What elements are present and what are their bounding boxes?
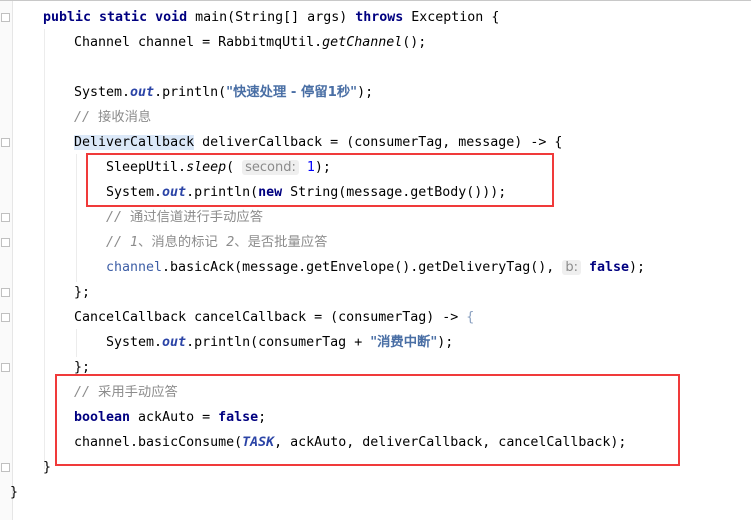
code-token: // <box>74 110 99 125</box>
highlight-box-callback <box>86 153 554 207</box>
code-line[interactable]: } <box>10 480 18 505</box>
code-line[interactable]: System.out.println(consumerTag + "消费中断")… <box>106 330 453 355</box>
fold-gutter <box>0 1 13 520</box>
highlight-box-consume <box>55 374 680 466</box>
code-token: System. <box>106 335 163 350</box>
code-line[interactable]: // 1、消息的标记 2、是否批量应答 <box>106 230 327 255</box>
code-token: { <box>466 310 475 325</box>
code-line[interactable]: } <box>43 455 51 480</box>
code-token: ); <box>437 335 454 350</box>
code-editor[interactable]: public static void main(String[] args) t… <box>0 0 751 520</box>
code-token: false <box>588 260 630 275</box>
code-token: ); <box>357 85 374 100</box>
code-token: (); <box>402 35 427 50</box>
code-token: Exception { <box>411 10 500 25</box>
fold-marker-icon[interactable] <box>1 288 10 297</box>
code-token: out <box>130 85 155 100</box>
code-line[interactable]: System.out.println("快速处理 - 停留1秒"); <box>74 80 373 105</box>
code-token: // 1 <box>106 235 139 250</box>
fold-marker-icon[interactable] <box>1 13 10 22</box>
code-token: CancelCallback cancelCallback = (consume… <box>74 310 467 325</box>
code-line[interactable]: // 接收消息 <box>74 105 151 130</box>
fold-marker-icon[interactable] <box>1 138 10 147</box>
code-token: // <box>106 210 131 225</box>
code-token: main(String[] args) <box>195 10 356 25</box>
code-token: throws <box>355 10 412 25</box>
code-token: getChannel <box>322 35 403 50</box>
code-token: }; <box>74 360 91 375</box>
indent-guide <box>76 154 77 282</box>
code-token: 、是否批量应答 <box>234 235 328 250</box>
code-line[interactable]: }; <box>74 280 90 305</box>
code-token: 接收消息 <box>98 110 152 125</box>
code-token: ); <box>629 260 646 275</box>
fold-marker-icon[interactable] <box>1 313 10 322</box>
code-token: .println(consumerTag + <box>186 335 371 350</box>
code-token: "快速处理 - 停留1秒" <box>226 85 358 100</box>
code-token: } <box>10 485 19 500</box>
code-token: 、消息的标记 <box>138 235 227 250</box>
code-token: }; <box>74 285 91 300</box>
indent-guide <box>44 29 45 469</box>
parameter-hint: b: <box>562 260 581 275</box>
code-token: "消费中断" <box>370 335 438 350</box>
code-token: out <box>162 335 187 350</box>
code-line[interactable]: DeliverCallback deliverCallback = (consu… <box>74 130 562 155</box>
code-token: 通过信道进行手动应答 <box>130 210 263 225</box>
code-line[interactable]: Channel channel = RabbitmqUtil.getChanne… <box>74 30 426 55</box>
fold-marker-icon[interactable] <box>1 363 10 372</box>
code-line[interactable]: CancelCallback cancelCallback = (consume… <box>74 305 474 330</box>
fold-marker-icon[interactable] <box>1 213 10 222</box>
code-token: DeliverCallback <box>74 135 195 150</box>
code-token: channel <box>106 260 163 275</box>
code-token: .basicAck(message.getEnvelope().getDeliv… <box>162 260 563 275</box>
code-token: Channel channel = RabbitmqUtil. <box>74 35 323 50</box>
code-token: .println( <box>154 85 227 100</box>
code-line[interactable]: // 通过信道进行手动应答 <box>106 205 263 230</box>
fold-marker-icon[interactable] <box>1 238 10 247</box>
fold-marker-icon[interactable] <box>1 463 10 472</box>
code-token: } <box>43 460 52 475</box>
code-token: public static void <box>43 10 196 25</box>
code-token: deliverCallback = (consumerTag, message)… <box>194 135 563 150</box>
indent-guide <box>76 329 77 357</box>
code-line[interactable]: channel.basicAck(message.getEnvelope().g… <box>106 255 645 280</box>
code-line[interactable]: public static void main(String[] args) t… <box>43 5 499 30</box>
code-token: System. <box>74 85 131 100</box>
